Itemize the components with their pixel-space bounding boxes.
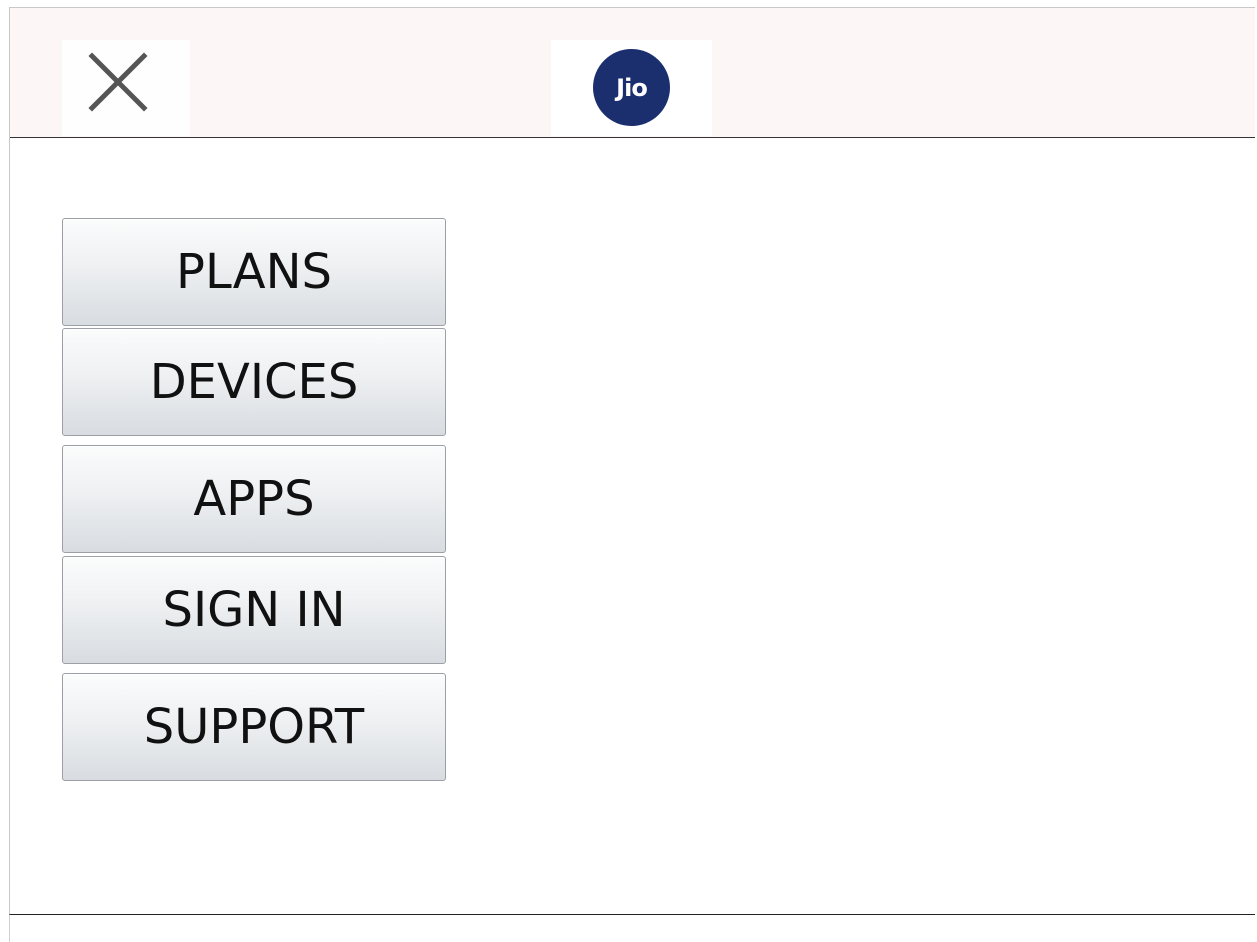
app-window: Jio PLANS DEVICES APPS SIGN IN SUPPORT	[9, 7, 1255, 915]
close-button[interactable]	[62, 40, 190, 136]
sign-in-button[interactable]: SIGN IN	[62, 556, 446, 664]
close-icon	[88, 52, 148, 112]
support-button[interactable]: SUPPORT	[62, 673, 446, 781]
window-edge	[9, 915, 10, 942]
apps-button[interactable]: APPS	[62, 445, 446, 553]
jio-logo: Jio	[593, 49, 670, 126]
logo-text: Jio	[616, 73, 648, 102]
header-bar: Jio	[10, 8, 1255, 138]
plans-button[interactable]: PLANS	[62, 218, 446, 326]
devices-button[interactable]: DEVICES	[62, 328, 446, 436]
brand-logo-link[interactable]: Jio	[551, 40, 712, 136]
